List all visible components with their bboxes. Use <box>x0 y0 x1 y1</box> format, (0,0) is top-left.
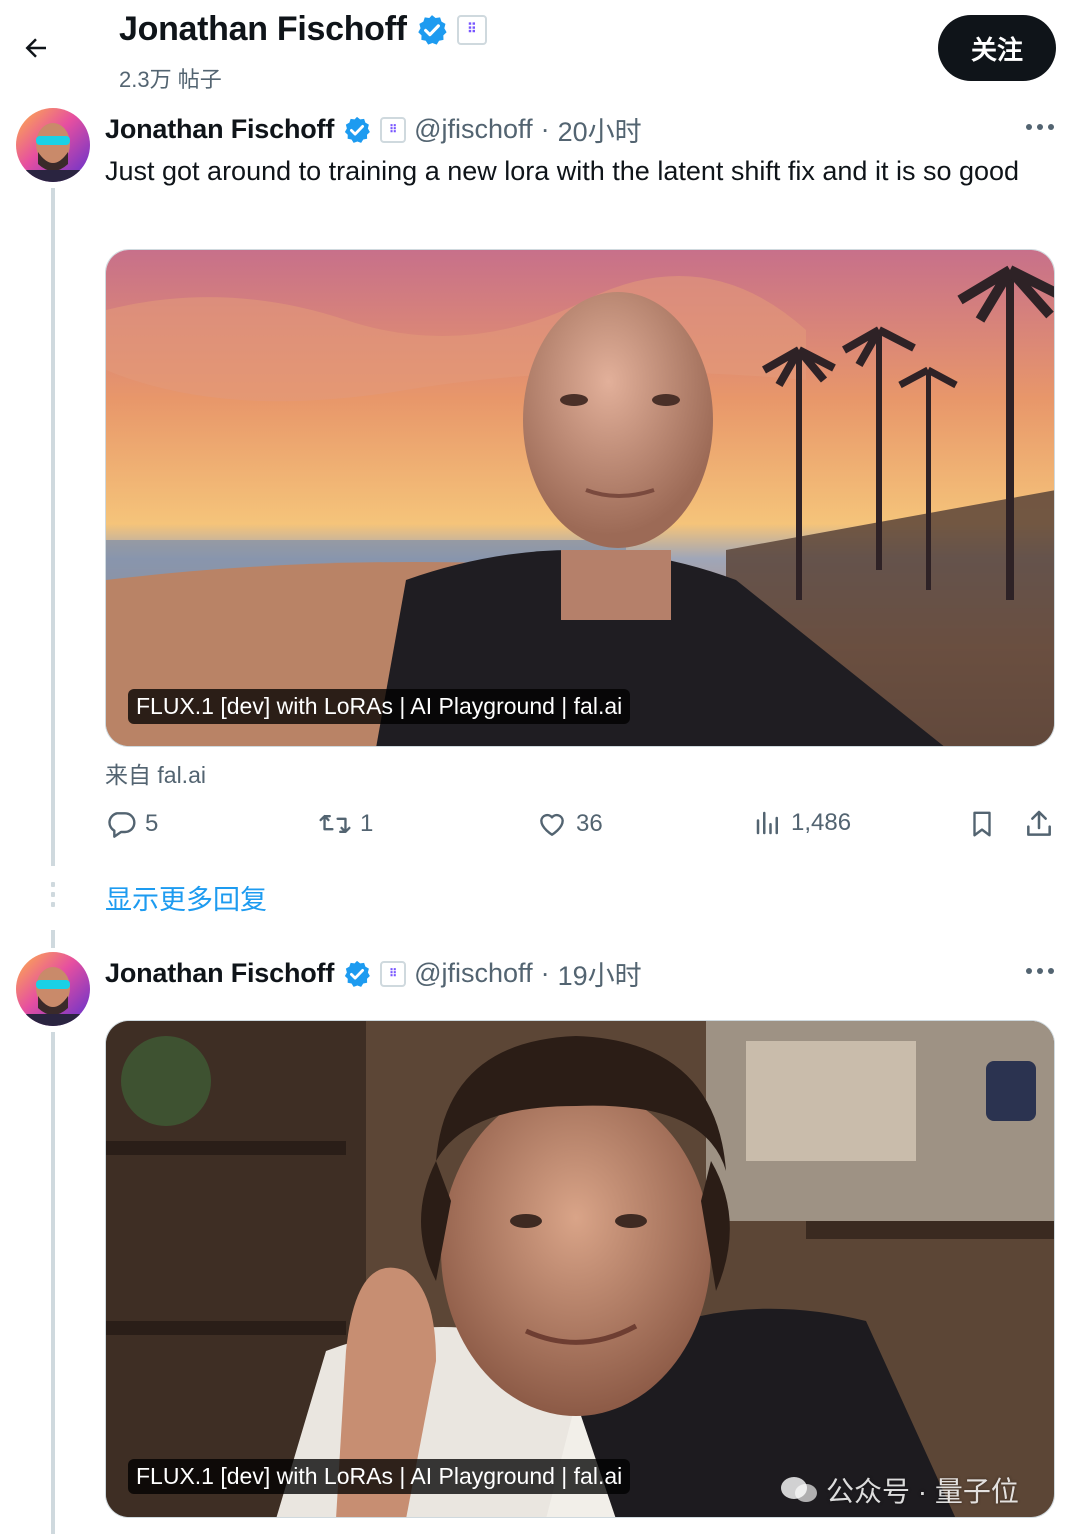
wechat-icon <box>781 1477 817 1502</box>
more-icon <box>1026 968 1054 974</box>
author-name[interactable]: Jonathan Fischoff <box>105 958 334 989</box>
more-button[interactable] <box>1018 956 1062 986</box>
thread-line <box>51 1032 55 1534</box>
author-handle[interactable]: @jfischoff <box>414 958 532 989</box>
tweet-time[interactable]: 19小时 <box>558 954 642 993</box>
separator-dot: · <box>540 958 550 988</box>
verified-icon <box>344 960 370 987</box>
watermark-text: 公众号 · 量子位 <box>826 1476 1019 1507</box>
tweet-thread-page: Jonathan Fischoff ⠿ 2.3万 帖子 关注 Jonathan … <box>0 0 1080 1534</box>
card-title: FLUX.1 [dev] with LoRAs | AI Playground … <box>128 1459 631 1494</box>
watermark: 公众号 · 量子位 <box>780 1470 1019 1510</box>
link-card-image[interactable]: FLUX.1 [dev] with LoRAs | AI Playground … <box>105 1020 1055 1518</box>
tweet-header: Jonathan Fischoff ⠿ @jfischoff · 19小时 <box>105 954 642 993</box>
tweet-2: Jonathan Fischoff ⠿ @jfischoff · 19小时 FL… <box>0 0 1080 1534</box>
affiliate-badge-icon: ⠿ <box>380 960 407 987</box>
avatar[interactable] <box>16 952 90 1026</box>
cafe-portrait-image <box>106 1021 1054 1517</box>
